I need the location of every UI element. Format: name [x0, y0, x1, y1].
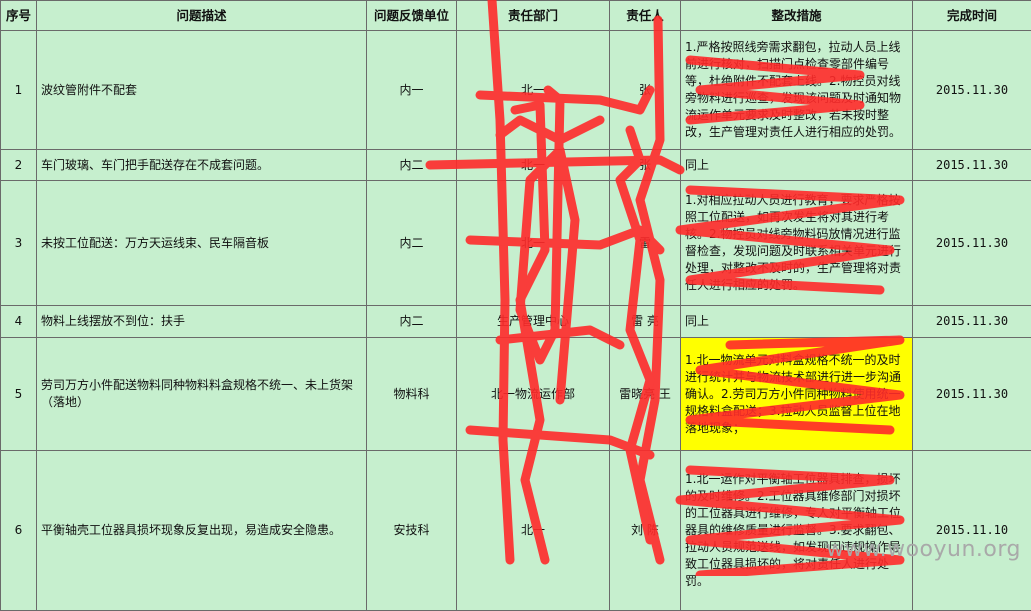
done-time-cell[interactable]: 2015.11.30 — [913, 338, 1031, 451]
done-time-cell[interactable]: 2015.11.30 — [913, 306, 1031, 338]
person-cell[interactable]: 雷晓亮 王 — [610, 338, 681, 451]
seq-cell[interactable]: 4 — [1, 306, 37, 338]
feedback-unit-cell[interactable]: 物料科 — [367, 338, 457, 451]
table-row: 3 未按工位配送：万方天运线束、民车隔音板 内二 北一 雷 1.对相应拉动人员进… — [1, 181, 1031, 306]
measures-cell[interactable]: 1.严格按照线旁需求翻包，拉动人员上线前进行核对，扫描门点检查零部件编号等，杜绝… — [681, 31, 913, 150]
header-measures[interactable]: 整改措施 — [681, 1, 913, 31]
issue-table: 序号 问题描述 问题反馈单位 责任部门 责任人 整改措施 完成时间 1 波纹管附… — [0, 0, 1031, 611]
measures-cell[interactable]: 1.对相应拉动人员进行教育，要求严格按照工位配送，如再次发生将对其进行考核。2.… — [681, 181, 913, 306]
seq-cell[interactable]: 3 — [1, 181, 37, 306]
seq-cell[interactable]: 2 — [1, 150, 37, 181]
table-row: 5 劳司万方小件配送物料同种物料料盒规格不统一、未上货架（落地） 物料科 北一物… — [1, 338, 1031, 451]
dept-cell[interactable]: 北一 — [457, 181, 610, 306]
header-problem[interactable]: 问题描述 — [37, 1, 367, 31]
problem-cell[interactable]: 未按工位配送：万方天运线束、民车隔音板 — [37, 181, 367, 306]
feedback-unit-cell[interactable]: 安技科 — [367, 451, 457, 611]
dept-cell[interactable]: 生产管理中心 — [457, 306, 610, 338]
header-done-time[interactable]: 完成时间 — [913, 1, 1031, 31]
done-time-cell[interactable]: 2015.11.10 — [913, 451, 1031, 611]
seq-cell[interactable]: 6 — [1, 451, 37, 611]
problem-cell[interactable]: 波纹管附件不配套 — [37, 31, 367, 150]
seq-cell[interactable]: 1 — [1, 31, 37, 150]
header-row: 序号 问题描述 问题反馈单位 责任部门 责任人 整改措施 完成时间 — [1, 1, 1031, 31]
table-row: 6 平衡轴壳工位器具损坏现象反复出现，易造成安全隐患。 安技科 北一 刘 陈 1… — [1, 451, 1031, 611]
person-cell[interactable]: 张 — [610, 150, 681, 181]
header-person[interactable]: 责任人 — [610, 1, 681, 31]
watermark-text: www.wooyun.org — [826, 537, 1021, 562]
header-dept[interactable]: 责任部门 — [457, 1, 610, 31]
measures-cell[interactable]: 同上 — [681, 306, 913, 338]
problem-cell[interactable]: 平衡轴壳工位器具损坏现象反复出现，易造成安全隐患。 — [37, 451, 367, 611]
done-time-cell[interactable]: 2015.11.30 — [913, 31, 1031, 150]
done-time-cell[interactable]: 2015.11.30 — [913, 150, 1031, 181]
dept-cell[interactable]: 北一 — [457, 451, 610, 611]
problem-cell[interactable]: 劳司万方小件配送物料同种物料料盒规格不统一、未上货架（落地） — [37, 338, 367, 451]
measures-cell[interactable]: 1.北一运作对平衡轴工位器具排查，损坏的及时维修。2.工位器具维修部门对损坏的工… — [681, 451, 913, 611]
feedback-unit-cell[interactable]: 内一 — [367, 31, 457, 150]
header-feedback-unit[interactable]: 问题反馈单位 — [367, 1, 457, 31]
dept-cell[interactable]: 北一物流运作部 — [457, 338, 610, 451]
problem-cell[interactable]: 物料上线摆放不到位：扶手 — [37, 306, 367, 338]
person-cell[interactable]: 刘 陈 — [610, 451, 681, 611]
done-time-cell[interactable]: 2015.11.30 — [913, 181, 1031, 306]
table-row: 2 车门玻璃、车门把手配送存在不成套问题。 内二 北一 张 同上 2015.11… — [1, 150, 1031, 181]
table-row: 1 波纹管附件不配套 内一 北一 张 1.严格按照线旁需求翻包，拉动人员上线前进… — [1, 31, 1031, 150]
person-cell[interactable]: 张 — [610, 31, 681, 150]
problem-cell[interactable]: 车门玻璃、车门把手配送存在不成套问题。 — [37, 150, 367, 181]
dept-cell[interactable]: 北一 — [457, 31, 610, 150]
person-cell[interactable]: 雷 亮 — [610, 306, 681, 338]
measures-cell[interactable]: 同上 — [681, 150, 913, 181]
feedback-unit-cell[interactable]: 内二 — [367, 181, 457, 306]
feedback-unit-cell[interactable]: 内二 — [367, 150, 457, 181]
dept-cell[interactable]: 北一 — [457, 150, 610, 181]
measures-cell-highlighted[interactable]: 1.北一物流单元对料盒规格不统一的及时进行统计并与物流技术部进行进一步沟通确认。… — [681, 338, 913, 451]
person-cell[interactable]: 雷 — [610, 181, 681, 306]
header-seq[interactable]: 序号 — [1, 1, 37, 31]
table-row: 4 物料上线摆放不到位：扶手 内二 生产管理中心 雷 亮 同上 2015.11.… — [1, 306, 1031, 338]
seq-cell[interactable]: 5 — [1, 338, 37, 451]
feedback-unit-cell[interactable]: 内二 — [367, 306, 457, 338]
